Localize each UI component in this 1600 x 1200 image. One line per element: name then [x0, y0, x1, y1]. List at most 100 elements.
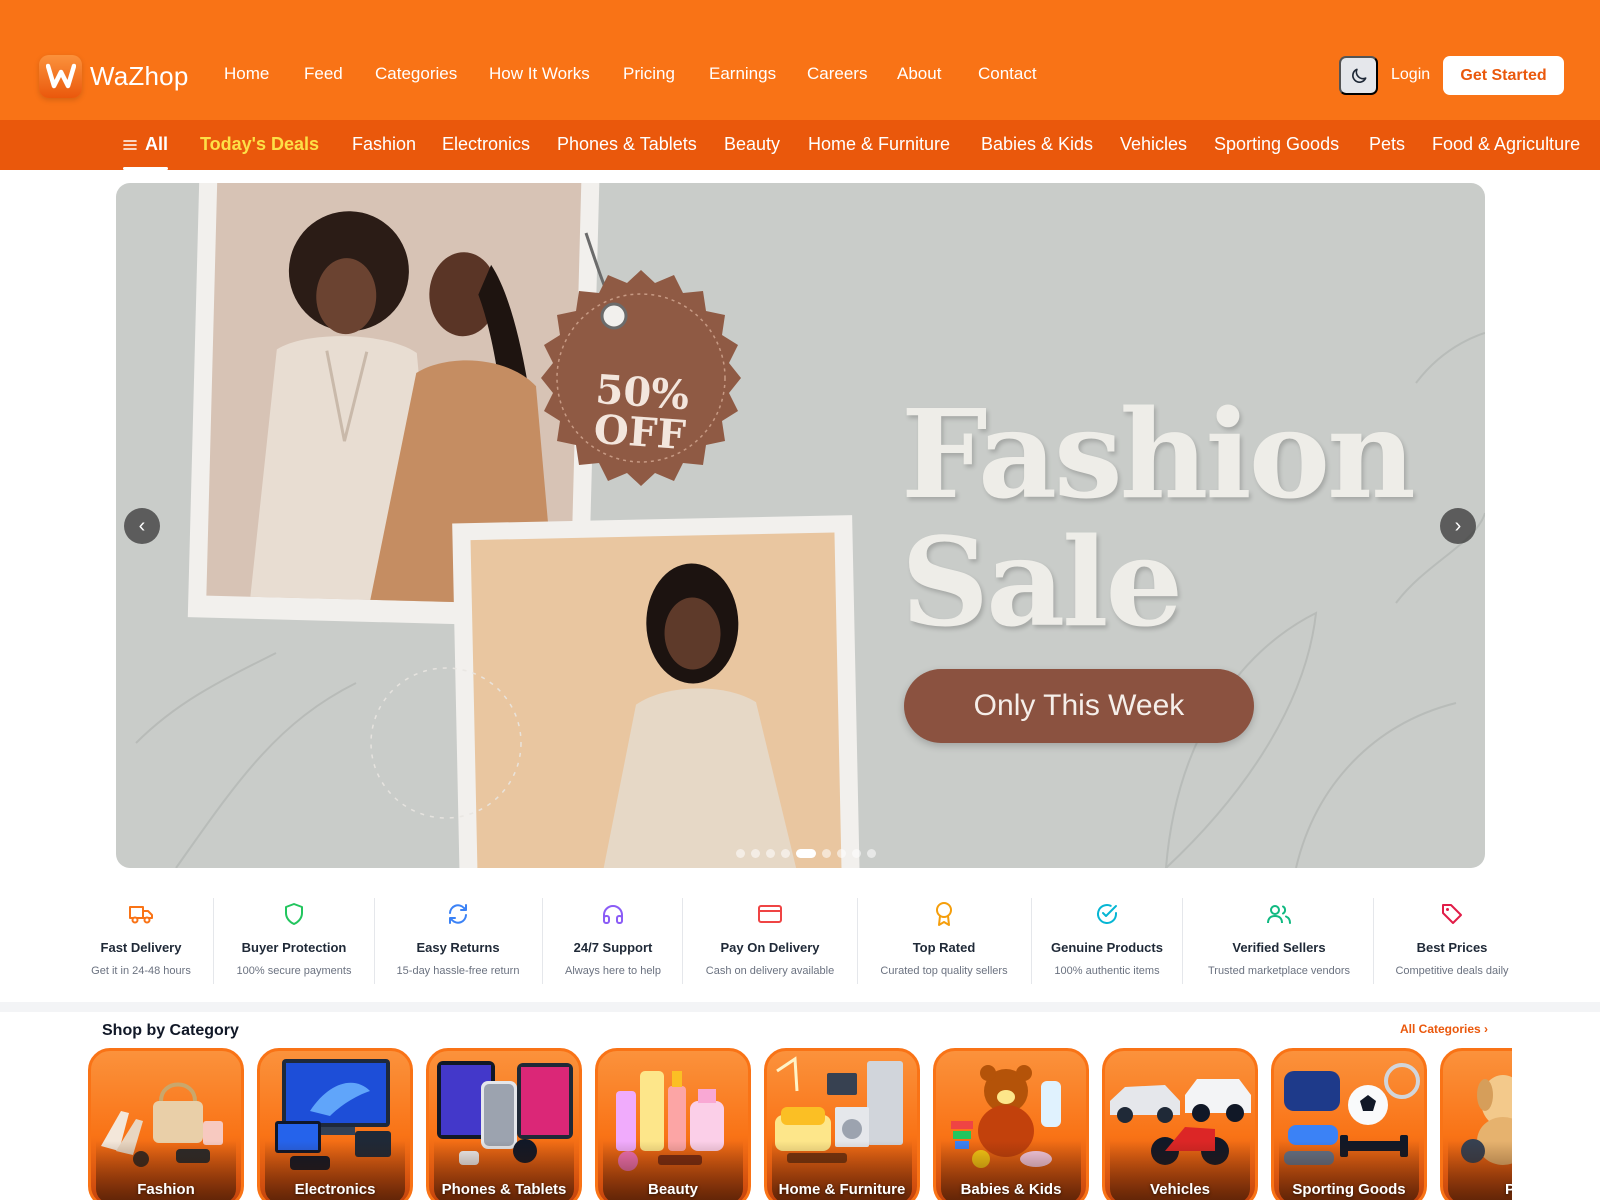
feature-title: Buyer Protection	[241, 940, 347, 955]
cat-food-agriculture[interactable]: Food & Agriculture	[1432, 134, 1580, 155]
feature-subtitle: 100% authentic items	[1054, 965, 1160, 977]
nav-careers[interactable]: Careers	[807, 64, 867, 84]
feature-top-rated: Top Rated Curated top quality sellers	[868, 898, 1020, 986]
cat-todays-deals[interactable]: Today's Deals	[200, 134, 319, 155]
category-card-vehicles[interactable]: Vehicles	[1102, 1048, 1258, 1200]
chevron-right-icon: ›	[1454, 514, 1462, 537]
feature-title: Top Rated	[912, 940, 976, 955]
feature-title: Fast Delivery	[100, 940, 182, 955]
feature-title: Pay On Delivery	[720, 940, 820, 955]
section-divider	[0, 1002, 1600, 1012]
award-icon	[936, 902, 952, 926]
feature-title: Genuine Products	[1051, 940, 1163, 955]
active-underline	[123, 167, 169, 170]
category-card-sporting-goods[interactable]: Sporting Goods	[1271, 1048, 1427, 1200]
feature-divider	[1182, 898, 1183, 984]
feature-buyer-protection: Buyer Protection 100% secure payments	[224, 898, 364, 986]
cat-beauty[interactable]: Beauty	[724, 134, 780, 155]
card-shade	[1448, 1141, 1512, 1200]
all-categories-menu[interactable]: All	[123, 134, 169, 170]
login-link[interactable]: Login	[1391, 66, 1430, 84]
brand-logo[interactable]: WaZhop	[39, 54, 189, 98]
headphones-icon	[603, 905, 623, 924]
category-label: Vehicles	[1149, 1181, 1211, 1198]
feature-title: Best Prices	[1416, 940, 1488, 955]
category-card-phones-tablets[interactable]: Phones & Tablets	[426, 1048, 582, 1200]
hero-pill: Only This Week	[904, 669, 1254, 743]
cat-phones-tablets[interactable]: Phones & Tablets	[557, 134, 697, 155]
nav-home[interactable]: Home	[224, 64, 269, 84]
category-card-pets[interactable]: P	[1440, 1048, 1512, 1200]
slider-dot[interactable]	[837, 849, 846, 858]
category-card-babies-kids[interactable]: Babies & Kids	[933, 1048, 1089, 1200]
users-icon	[1267, 905, 1291, 924]
section-title: Shop by Category	[102, 1022, 239, 1039]
nav-categories[interactable]: Categories	[375, 64, 457, 84]
nav-about[interactable]: About	[897, 64, 941, 84]
category-card-beauty[interactable]: Beauty	[595, 1048, 751, 1200]
refresh-icon	[449, 904, 467, 924]
cat-electronics[interactable]: Electronics	[442, 134, 530, 155]
chevron-left-icon: ‹	[138, 514, 146, 537]
category-bar: All Today's Deals Fashion Electronics Ph…	[0, 120, 1600, 170]
logo-mark-icon	[39, 54, 82, 98]
category-label: Babies & Kids	[960, 1181, 1062, 1198]
moon-icon	[1351, 68, 1366, 83]
credit-card-icon	[758, 905, 782, 923]
category-card-fashion[interactable]: Fashion	[88, 1048, 244, 1200]
slider-dot[interactable]	[822, 849, 831, 858]
nav-how-it-works[interactable]: How It Works	[489, 64, 590, 84]
cat-vehicles[interactable]: Vehicles	[1120, 134, 1187, 155]
cat-home-furniture[interactable]: Home & Furniture	[808, 134, 950, 155]
nav-contact[interactable]: Contact	[978, 64, 1037, 84]
nav-pricing[interactable]: Pricing	[623, 64, 675, 84]
slider-dot[interactable]	[852, 849, 861, 858]
feature-support: 24/7 Support Always here to help	[553, 898, 673, 986]
feature-subtitle: Trusted marketplace vendors	[1207, 965, 1351, 977]
nav-feed[interactable]: Feed	[304, 64, 343, 84]
category-label: Electronics	[294, 1181, 376, 1198]
nav-earnings[interactable]: Earnings	[709, 64, 776, 84]
brand-name: WaZhop	[90, 60, 189, 91]
feature-subtitle: Curated top quality sellers	[880, 965, 1008, 977]
slider-dot[interactable]	[781, 849, 790, 858]
slider-dots	[116, 849, 1485, 859]
slider-dot[interactable]	[766, 849, 775, 858]
category-carousel: Fashion Electronics Phones & Tablets Bea…	[88, 1048, 1512, 1200]
feature-fast-delivery: Fast Delivery Get it in 24-48 hours	[80, 898, 202, 986]
feature-subtitle: 100% secure payments	[236, 965, 352, 977]
feature-divider	[542, 898, 543, 984]
cat-babies-kids[interactable]: Babies & Kids	[981, 134, 1093, 155]
cat-pets[interactable]: Pets	[1369, 134, 1405, 155]
category-label: Sporting Goods	[1292, 1181, 1406, 1198]
badge-off: OFF	[592, 405, 687, 460]
feature-divider	[1031, 898, 1032, 984]
cat-fashion[interactable]: Fashion	[352, 134, 416, 155]
category-card-home-furniture[interactable]: Home & Furniture	[764, 1048, 920, 1200]
slider-dot[interactable]	[867, 849, 876, 858]
category-card-electronics[interactable]: Electronics	[257, 1048, 413, 1200]
check-circle-icon	[1097, 904, 1117, 924]
slider-dot[interactable]	[736, 849, 745, 858]
theme-toggle-button[interactable]	[1339, 56, 1378, 95]
feature-subtitle: Always here to help	[565, 965, 661, 977]
slider-dot[interactable]	[796, 849, 816, 858]
slider-dot[interactable]	[751, 849, 760, 858]
category-label: Phones & Tablets	[441, 1181, 567, 1198]
feature-title: 24/7 Support	[573, 940, 653, 955]
category-label: P	[1505, 1181, 1512, 1198]
all-categories-link[interactable]: All Categories ›	[1400, 1022, 1488, 1036]
feature-subtitle: Competitive deals daily	[1395, 965, 1509, 977]
feature-subtitle: Cash on delivery available	[705, 965, 835, 977]
feature-title: Verified Sellers	[1232, 940, 1326, 955]
slider-prev-button[interactable]: ‹	[124, 508, 160, 544]
cat-sporting-goods[interactable]: Sporting Goods	[1214, 134, 1339, 155]
slider-next-button[interactable]: ›	[1440, 508, 1476, 544]
truck-icon	[129, 906, 153, 924]
feature-divider	[1373, 898, 1374, 984]
hero-banner[interactable]: 50% OFF Fashion Sale Only This Week ‹ ›	[116, 183, 1485, 868]
get-started-button[interactable]: Get Started	[1443, 56, 1564, 95]
feature-verified-sellers: Verified Sellers Trusted marketplace ven…	[1193, 898, 1365, 986]
feature-subtitle: 15-day hassle-free return	[396, 965, 520, 977]
shield-icon	[285, 903, 303, 925]
